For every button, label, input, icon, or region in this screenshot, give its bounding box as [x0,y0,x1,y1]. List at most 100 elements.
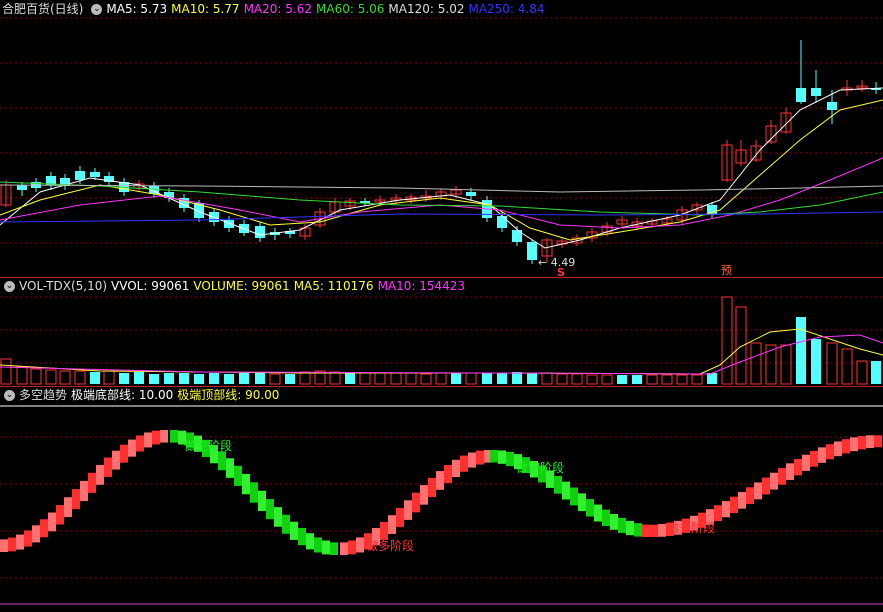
trend-bar-long [436,471,444,490]
trend-bar-short [298,527,306,546]
trend-bar-short [594,504,602,522]
trend-bar-long [112,450,120,470]
trend-bar-long [794,458,802,476]
phase-label: 做多阶段 [366,538,414,553]
candle-down [497,216,507,228]
trend-bar-long [104,457,112,477]
trend-bar-short [226,458,234,478]
candle-down [466,192,476,196]
volume-bar-up [541,372,553,385]
volume-bar-up [556,373,568,385]
trend-bar-long [460,455,468,472]
trend-bar-long [380,521,388,540]
trend-bar-long [428,477,436,498]
trend-bar-long [388,515,396,534]
trend-bar-long [56,505,64,525]
phase-label: 做空阶段 [184,438,232,453]
trend-bar-long [778,467,786,485]
trend-chart[interactable]: 做空阶段做多阶段 做空阶段做多阶段 [0,386,883,612]
trend-bar-long [818,447,826,463]
trend-bar-short [506,451,514,467]
trend-bar-long [714,505,722,522]
trend-bar-long [144,432,152,448]
trend-bar-short [250,482,258,503]
trend-bar-short [650,524,658,537]
trend-bar-long [356,537,364,553]
trend-bar-long [120,444,128,463]
trend-bar-long [810,450,818,467]
volume-bar-down [119,373,129,384]
volume-bar-down [512,372,522,384]
trend-bar-long [136,435,144,452]
trend-bar-short [234,465,242,486]
phase-label: 做空阶段 [516,460,564,475]
volume-bar-down [164,373,174,384]
volume-bar-down [451,373,461,384]
volume-bar-up [74,370,86,385]
trend-bar-long [24,530,32,547]
ma250-line [0,211,883,223]
trend-bar-long [160,430,168,443]
ma5-line [0,87,883,249]
volume-bar-up [571,373,583,385]
volume-bar-up [856,360,868,385]
volume-bar-up [299,371,311,385]
trend-bar-long [40,519,48,538]
trend-bar-short [602,509,610,527]
volume-bar-down [239,373,249,384]
trend-bar-short [290,521,298,540]
volume-bar-down [209,373,219,384]
volume-bar-up [676,374,688,385]
volume-bar-down [345,372,355,384]
volume-bar-up [691,374,703,385]
volume-bar-up [646,374,658,385]
trend-bar-long [722,501,730,518]
trend-bar-long [80,480,88,502]
trend-bar-long [866,435,874,449]
trend-bar-long [476,450,484,465]
trend-bar-short [626,520,634,536]
trend-bar-long [658,523,666,537]
candle-down [75,171,85,180]
trend-bar-short [554,475,562,494]
volume-bar-up [661,374,673,385]
ma10-line [0,99,883,241]
volume-bar-down [707,373,717,384]
volume-bar-up [359,372,371,385]
volume-bar-down [811,339,821,384]
trend-bar-long [802,454,810,471]
candle-down [527,242,537,260]
trend-bar-short [330,542,338,555]
trend-bar-long [348,540,356,555]
volume-bar-up [269,373,281,385]
volume-bar-down [632,375,642,384]
trend-bar-short [562,481,570,500]
trend-bar-long [858,436,866,450]
volume-bar-down [871,361,881,384]
volume-bar-down [617,375,627,384]
volume-bar-down [90,372,100,384]
volume-chart[interactable] [0,277,883,386]
volume-bar-down [134,372,144,384]
forecast-marker: 预 [721,264,732,277]
trend-bar-long [850,437,858,452]
trend-bar-long [762,477,770,495]
trend-bar-long [420,485,428,505]
trend-bar-long [8,537,16,552]
trend-bar-short [306,533,314,550]
volume-bar-up [103,370,115,385]
volume-bar-up [30,368,42,385]
candle-down [255,226,265,238]
trend-bar-short [570,487,578,506]
trend-bar-short [314,537,322,553]
trend-bar-long [96,464,104,485]
price-chart[interactable]: ← 4.49S 预 [0,0,883,278]
volume-bar-up [59,370,71,385]
trend-bar-long [152,430,160,445]
volume-bar-down [497,373,507,384]
trend-bar-long [786,463,794,480]
volume-bar-down [255,373,265,384]
trend-bar-short [218,451,226,471]
candle-down [796,88,806,102]
trend-bar-short [586,499,594,517]
